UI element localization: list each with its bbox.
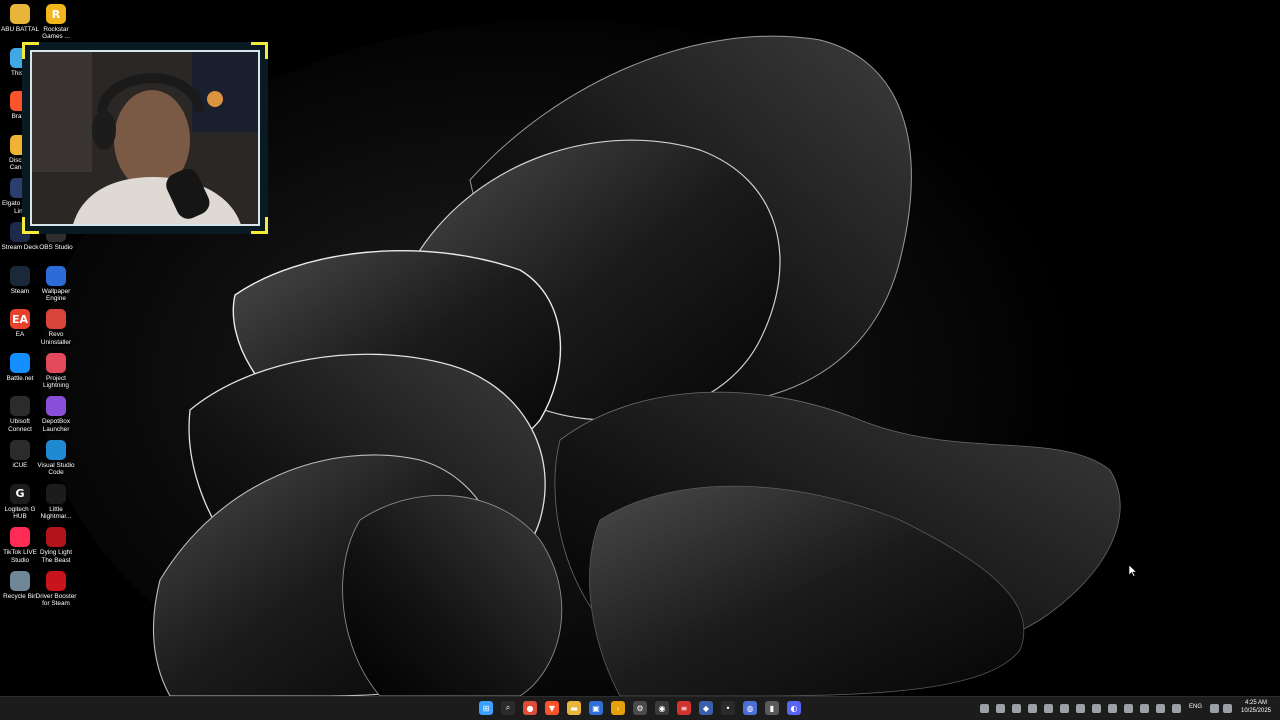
start-button[interactable]: ⊞ bbox=[479, 701, 493, 715]
desktop-icon[interactable]: Little Nightmar... bbox=[36, 483, 76, 521]
driver-booster-icon bbox=[46, 570, 66, 591]
steam-icon bbox=[10, 265, 30, 286]
desktop-icon-label: Driver Booster for Steam bbox=[35, 592, 77, 608]
desktop-icon-label: Little Nightmar... bbox=[40, 505, 72, 520]
desktop-icon-label: Project Lightning bbox=[43, 374, 69, 390]
taskbar-app-shield[interactable]: ◆ bbox=[699, 701, 713, 715]
webcam-frame-corner bbox=[251, 217, 268, 234]
desktop-icon[interactable]: Revo Uninstaller bbox=[36, 309, 76, 346]
tray-app-icon[interactable] bbox=[1060, 704, 1069, 713]
webcam-feed bbox=[30, 50, 260, 226]
tray-chevron-icon[interactable] bbox=[1044, 704, 1053, 713]
desktop-icon-label: OBS Studio bbox=[39, 244, 73, 251]
desktop-icon-label: Visual Studio Code bbox=[37, 462, 75, 477]
vscode-icon bbox=[46, 440, 66, 460]
ubisoft-connect-icon bbox=[10, 396, 30, 417]
battlenet-icon bbox=[10, 352, 30, 373]
webcam-frame-corner bbox=[251, 42, 268, 59]
tray-mic-icon[interactable] bbox=[1172, 704, 1181, 713]
search-button[interactable]: ⌕ bbox=[501, 701, 515, 715]
tray-battery-icon[interactable] bbox=[1156, 704, 1165, 713]
taskbar-file-explorer[interactable]: ▬ bbox=[567, 701, 581, 715]
desktop-icon[interactable]: DepotBox Launcher bbox=[36, 396, 76, 433]
desktop-icon[interactable]: Driver Booster for Steam bbox=[35, 570, 77, 608]
tray-nvidia-icon[interactable] bbox=[1108, 704, 1117, 713]
project-lightning-icon bbox=[46, 352, 66, 373]
folder-icon bbox=[10, 4, 30, 24]
taskbar-app-blue[interactable]: ◍ bbox=[743, 701, 757, 715]
desktop-icon[interactable]: R Rockstar Games ... bbox=[36, 4, 76, 41]
webcam-overlay bbox=[22, 42, 268, 234]
dying-light-icon bbox=[46, 527, 66, 548]
taskbar-plex[interactable]: › bbox=[611, 701, 625, 715]
mouse-cursor-icon bbox=[1129, 565, 1137, 577]
volume-icon[interactable] bbox=[1223, 704, 1232, 713]
recycle-bin-icon bbox=[10, 570, 30, 591]
taskbar: ⊞ ⌕ ● ▼ ▬ ▣ › ⚙ ◉ ≡ ◆ • ◍ ▮ ◐ ENG 4:25 AM 10/25/2025 bbox=[0, 696, 1280, 720]
rockstar-icon: R bbox=[46, 4, 66, 24]
logitech-g-hub-icon: G bbox=[10, 483, 30, 504]
tray-app-icon[interactable] bbox=[1092, 704, 1101, 713]
taskbar-app-red[interactable]: ≡ bbox=[677, 701, 691, 715]
desktop-icon[interactable]: Wallpaper Engine bbox=[36, 265, 76, 303]
tray-copilot-icon[interactable] bbox=[980, 704, 989, 713]
desktop-icon-label: Revo Uninstaller bbox=[40, 331, 72, 346]
little-nightmares-icon bbox=[46, 483, 66, 504]
taskbar-settings[interactable]: ⚙ bbox=[633, 701, 647, 715]
taskbar-chrome[interactable]: ● bbox=[523, 701, 537, 715]
clock-time: 4:25 AM bbox=[1244, 700, 1267, 706]
desktop-icon[interactable]: Project Lightning bbox=[36, 352, 76, 390]
desktop-icon-label: DepotBox Launcher bbox=[41, 418, 71, 433]
webcam-person-image bbox=[32, 52, 258, 224]
webcam-frame-corner bbox=[22, 42, 39, 59]
icue-icon bbox=[10, 440, 30, 460]
input-language[interactable]: ENG bbox=[1189, 704, 1202, 710]
taskbar-app-dot[interactable]: • bbox=[721, 701, 735, 715]
clock-date: 10/25/2025 bbox=[1240, 708, 1272, 714]
desktop-icon-label: Wallpaper Engine bbox=[41, 287, 71, 302]
taskbar-app-gray[interactable]: ▮ bbox=[765, 701, 779, 715]
taskbar-brave[interactable]: ▼ bbox=[545, 701, 559, 715]
tray-app-icon[interactable] bbox=[1124, 704, 1133, 713]
taskbar-davinci[interactable]: ◉ bbox=[655, 701, 669, 715]
tray-app-icon[interactable] bbox=[1140, 704, 1149, 713]
wallpaper-engine-icon bbox=[46, 265, 66, 286]
taskbar-discord[interactable]: ◐ bbox=[787, 701, 801, 715]
desktop-icon[interactable]: Dying Light The Beast bbox=[36, 527, 76, 564]
tray-app-icon[interactable] bbox=[996, 704, 1005, 713]
revo-uninstaller-icon bbox=[46, 309, 66, 330]
desktop-icon[interactable]: Visual Studio Code bbox=[36, 440, 76, 477]
taskbar-clock[interactable]: 4:25 AM 10/25/2025 bbox=[1236, 699, 1276, 715]
desktop-icon-label: Rockstar Games ... bbox=[42, 26, 70, 41]
ea-icon: EA bbox=[10, 309, 30, 330]
tray-arrow-icon[interactable] bbox=[1076, 704, 1085, 713]
desktop-icon-label: Dying Light The Beast bbox=[40, 549, 72, 564]
depotbox-icon bbox=[46, 396, 66, 417]
tray-settings-icon[interactable] bbox=[1028, 704, 1037, 713]
taskbar-microsoft-store[interactable]: ▣ bbox=[589, 701, 603, 715]
tiktok-live-studio-icon bbox=[10, 527, 30, 548]
tray-steam-icon[interactable] bbox=[1012, 704, 1021, 713]
network-icon[interactable] bbox=[1210, 704, 1219, 713]
webcam-frame-corner bbox=[22, 217, 39, 234]
